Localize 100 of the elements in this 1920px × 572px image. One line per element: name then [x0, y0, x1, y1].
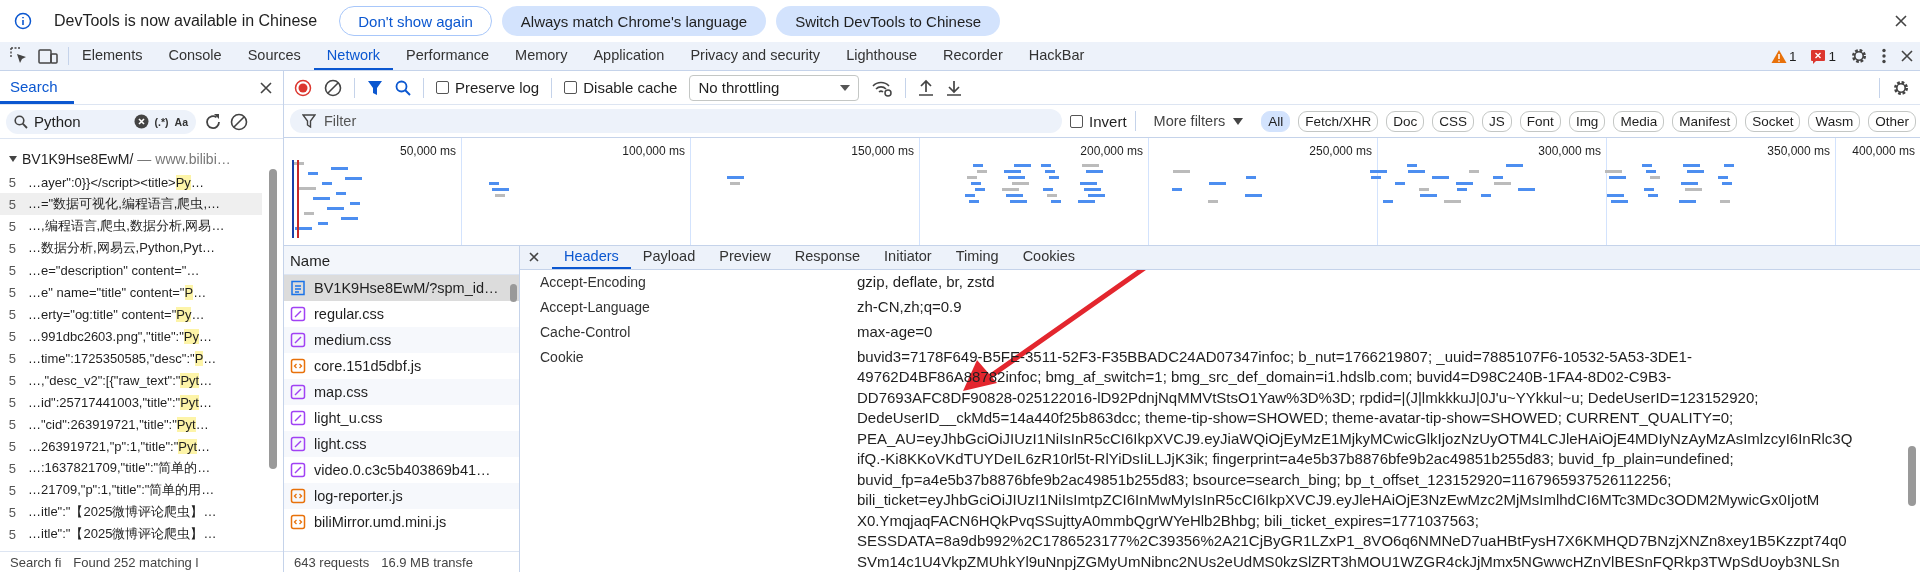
- search-match-line[interactable]: …erty="og:title" content="Py…: [28, 306, 205, 322]
- search-match-line[interactable]: …:1637821709,"title":"简单的…: [28, 459, 211, 477]
- details-tab[interactable]: Response: [782, 246, 873, 269]
- caret-icon[interactable]: [8, 155, 18, 163]
- request-row[interactable]: core.151d5dbf.js: [284, 353, 519, 379]
- stylesheet-icon[interactable]: [290, 410, 306, 426]
- type-filter-chip[interactable]: Manifest: [1672, 110, 1738, 132]
- close-icon[interactable]: [1894, 14, 1908, 28]
- search-match-line[interactable]: …e="description" content="…: [28, 262, 200, 278]
- stylesheet-icon[interactable]: [290, 462, 306, 478]
- request-row[interactable]: light.css: [284, 431, 519, 457]
- info-icon[interactable]: [14, 12, 32, 30]
- stylesheet-icon[interactable]: [290, 384, 306, 400]
- panel-tab[interactable]: Lighthouse: [833, 42, 931, 70]
- search-match-line[interactable]: …="数据可视化,编程语言,爬虫,…: [28, 195, 221, 213]
- type-filter-chip[interactable]: Other: [1868, 110, 1916, 132]
- stylesheet-icon[interactable]: [290, 332, 306, 348]
- panel-tab[interactable]: Console: [155, 42, 235, 70]
- download-icon[interactable]: [946, 78, 963, 97]
- panel-tab[interactable]: Network: [313, 42, 394, 70]
- script-icon[interactable]: [290, 358, 306, 374]
- match-case-toggle[interactable]: Aa: [174, 115, 188, 128]
- request-row[interactable]: medium.css: [284, 327, 519, 353]
- close-icon[interactable]: [528, 251, 540, 264]
- warning-icon[interactable]: [1770, 48, 1787, 64]
- details-tab[interactable]: Payload: [630, 246, 708, 269]
- device-icon[interactable]: [38, 47, 58, 65]
- request-row[interactable]: log-reporter.js: [284, 483, 519, 509]
- result-file[interactable]: BV1K9Hse8EwM/: [22, 151, 134, 167]
- more-filters-dropdown[interactable]: More filters: [1143, 113, 1254, 129]
- script-icon[interactable]: [290, 488, 306, 504]
- details-tab[interactable]: Preview: [707, 246, 783, 269]
- search-match-line[interactable]: …991dbc2603.png","title":"Py…: [28, 328, 212, 344]
- filter-icon[interactable]: [367, 79, 383, 96]
- panel-tab[interactable]: Recorder: [930, 42, 1016, 70]
- panel-tab[interactable]: HackBar: [1015, 42, 1098, 70]
- infobar-button[interactable]: Always match Chrome's language: [501, 6, 767, 36]
- type-filter-chip[interactable]: Media: [1613, 110, 1665, 132]
- checkbox[interactable]: [564, 81, 578, 94]
- type-filter-chip[interactable]: Img: [1568, 110, 1606, 132]
- panel-tab[interactable]: Memory: [502, 42, 581, 70]
- type-filter-chip[interactable]: Wasm: [1808, 110, 1861, 132]
- search-field[interactable]: Python (.*) Aa: [6, 109, 196, 134]
- scrollbar-thumb[interactable]: [510, 284, 517, 302]
- throttling-dropdown[interactable]: No throttling: [689, 74, 860, 101]
- panel-tab[interactable]: Sources: [234, 42, 314, 70]
- search-match-line[interactable]: …,"desc_v2":[{"raw_text":"Pyt…: [28, 372, 213, 388]
- clear-icon[interactable]: [324, 78, 342, 97]
- search-match-line[interactable]: …263919721,"p":1,"title":"Pyt…: [28, 438, 211, 454]
- search-match-line[interactable]: …21709,"p":1,"title":"简单的用…: [28, 481, 215, 499]
- type-filter-chip[interactable]: Doc: [1386, 110, 1425, 132]
- search-match-line[interactable]: …,编程语言,爬虫,数据分析,网易…: [28, 217, 225, 235]
- document-icon[interactable]: [290, 280, 306, 296]
- checkbox[interactable]: [436, 81, 449, 94]
- details-tab[interactable]: Cookies: [1010, 246, 1088, 269]
- search-icon[interactable]: [395, 79, 411, 96]
- error-icon[interactable]: [1810, 48, 1827, 64]
- filter-field[interactable]: Filter: [290, 109, 1063, 133]
- panel-tab[interactable]: Elements: [69, 42, 156, 70]
- type-filter-chip[interactable]: All: [1261, 110, 1291, 132]
- search-match-line[interactable]: …e" name="title" content="P…: [28, 284, 207, 300]
- panel-tab[interactable]: Performance: [393, 42, 503, 70]
- close-icon[interactable]: [259, 80, 273, 95]
- type-filter-chip[interactable]: CSS: [1432, 110, 1475, 132]
- details-tab[interactable]: Timing: [943, 246, 1011, 269]
- regex-toggle[interactable]: (.*): [154, 115, 169, 128]
- scrollbar-thumb[interactable]: [269, 169, 277, 469]
- scrollbar-thumb[interactable]: [1908, 446, 1916, 506]
- request-row[interactable]: BV1K9Hse8EwM/?spm_id…: [284, 275, 519, 301]
- search-match-line[interactable]: …"cid":263919721,"title":"Pyt…: [28, 416, 209, 432]
- request-row[interactable]: video.0.c3c5b403869b41…: [284, 457, 519, 483]
- search-tab[interactable]: Search: [0, 71, 74, 104]
- clear-icon[interactable]: [230, 112, 248, 131]
- infobar-button[interactable]: Don't show again: [339, 6, 492, 36]
- search-match-line[interactable]: …time":1725350585,"desc":"P…: [28, 350, 217, 366]
- upload-icon[interactable]: [918, 78, 935, 97]
- close-icon[interactable]: [1900, 49, 1914, 63]
- search-icon[interactable]: [14, 114, 28, 129]
- column-header[interactable]: Name: [290, 251, 330, 269]
- checkbox[interactable]: [1070, 114, 1084, 128]
- search-match-line[interactable]: …itle":"【2025微博评论爬虫】…: [28, 525, 217, 543]
- stylesheet-icon[interactable]: [290, 306, 306, 322]
- type-filter-chip[interactable]: Fetch/XHR: [1298, 110, 1379, 132]
- panel-tab[interactable]: Privacy and security: [677, 42, 834, 70]
- request-row[interactable]: regular.css: [284, 301, 519, 327]
- infobar-button[interactable]: Switch DevTools to Chinese: [776, 6, 1001, 36]
- type-filter-chip[interactable]: Socket: [1745, 110, 1801, 132]
- refresh-icon[interactable]: [204, 112, 222, 131]
- settings-icon[interactable]: [1850, 47, 1868, 65]
- request-row[interactable]: map.css: [284, 379, 519, 405]
- record-icon[interactable]: [294, 78, 312, 97]
- search-match-line[interactable]: …itle":"【2025微博评论爬虫】…: [28, 503, 217, 521]
- details-tab[interactable]: Initiator: [872, 246, 944, 269]
- type-filter-chip[interactable]: JS: [1482, 110, 1512, 132]
- inspect-icon[interactable]: [10, 47, 28, 65]
- details-tab[interactable]: Headers: [552, 246, 631, 269]
- script-icon[interactable]: [290, 514, 306, 530]
- search-match-line[interactable]: …id":25717441003,"title":"Pyt…: [28, 394, 212, 410]
- type-filter-chip[interactable]: Font: [1519, 110, 1561, 132]
- search-match-line[interactable]: …数据分析,网易云,Python,Pyt…: [28, 239, 216, 257]
